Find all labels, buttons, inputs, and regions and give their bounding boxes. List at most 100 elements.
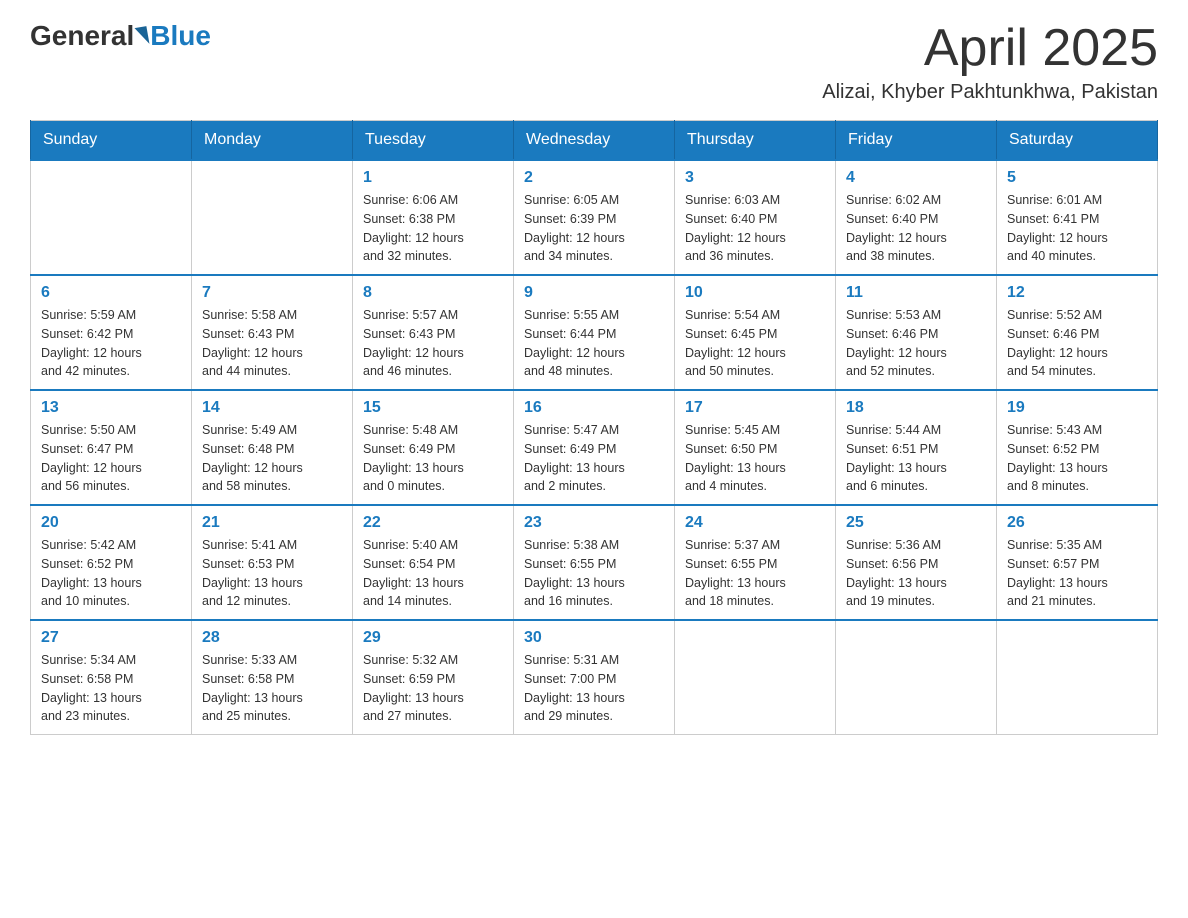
calendar-cell: 14 Sunrise: 5:49 AMSunset: 6:48 PMDayligh…	[192, 390, 353, 505]
day-info: Sunrise: 6:06 AMSunset: 6:38 PMDaylight:…	[363, 191, 503, 266]
day-number: 21	[202, 514, 342, 532]
day-info: Sunrise: 5:50 AMSunset: 6:47 PMDaylight:…	[41, 421, 181, 496]
day-info: Sunrise: 6:02 AMSunset: 6:40 PMDaylight:…	[846, 191, 986, 266]
day-number: 9	[524, 284, 664, 302]
calendar-cell	[31, 160, 192, 275]
day-number: 18	[846, 399, 986, 417]
calendar-cell: 23 Sunrise: 5:38 AMSunset: 6:55 PMDayligh…	[514, 505, 675, 620]
day-info: Sunrise: 5:59 AMSunset: 6:42 PMDaylight:…	[41, 306, 181, 381]
day-info: Sunrise: 5:32 AMSunset: 6:59 PMDaylight:…	[363, 651, 503, 726]
day-info: Sunrise: 5:31 AMSunset: 7:00 PMDaylight:…	[524, 651, 664, 726]
day-number: 11	[846, 284, 986, 302]
day-number: 1	[363, 169, 503, 187]
week-row-4: 20Sunrise: 5:42 AMSunset: 6:52 PMDayligh…	[31, 505, 1158, 620]
day-info: Sunrise: 5:37 AMSunset: 6:55 PMDaylight:…	[685, 536, 825, 611]
calendar-cell: 6 Sunrise: 5:59 AMSunset: 6:42 PMDaylight…	[31, 275, 192, 390]
calendar-cell: 5 Sunrise: 6:01 AMSunset: 6:41 PMDaylight…	[997, 160, 1158, 275]
day-info: Sunrise: 6:01 AMSunset: 6:41 PMDaylight:…	[1007, 191, 1147, 266]
week-row-3: 13 Sunrise: 5:50 AMSunset: 6:47 PMDayligh…	[31, 390, 1158, 505]
day-info: Sunrise: 5:48 AMSunset: 6:49 PMDaylight:…	[363, 421, 503, 496]
calendar-cell: 29 Sunrise: 5:32 AMSunset: 6:59 PMDayligh…	[353, 620, 514, 735]
calendar-cell: 19 Sunrise: 5:43 AMSunset: 6:52 PMDayligh…	[997, 390, 1158, 505]
calendar-cell: 18Sunrise: 5:44 AMSunset: 6:51 PMDayligh…	[836, 390, 997, 505]
calendar-cell: 27 Sunrise: 5:34 AMSunset: 6:58 PMDayligh…	[31, 620, 192, 735]
calendar-cell: 2 Sunrise: 6:05 AMSunset: 6:39 PMDaylight…	[514, 160, 675, 275]
calendar-cell: 13 Sunrise: 5:50 AMSunset: 6:47 PMDayligh…	[31, 390, 192, 505]
day-info: Sunrise: 5:40 AMSunset: 6:54 PMDaylight:…	[363, 536, 503, 611]
day-info: Sunrise: 5:36 AMSunset: 6:56 PMDaylight:…	[846, 536, 986, 611]
day-number: 5	[1007, 169, 1147, 187]
day-number: 17	[685, 399, 825, 417]
day-number: 23	[524, 514, 664, 532]
day-number: 14	[202, 399, 342, 417]
day-info: Sunrise: 5:47 AMSunset: 6:49 PMDaylight:…	[524, 421, 664, 496]
page-header: General Blue April 2025 Alizai, Khyber P…	[30, 20, 1158, 104]
day-number: 26	[1007, 514, 1147, 532]
calendar-cell: 3Sunrise: 6:03 AMSunset: 6:40 PMDaylight…	[675, 160, 836, 275]
column-header-wednesday: Wednesday	[514, 121, 675, 161]
calendar-cell: 28Sunrise: 5:33 AMSunset: 6:58 PMDayligh…	[192, 620, 353, 735]
calendar-cell	[997, 620, 1158, 735]
day-number: 24	[685, 514, 825, 532]
calendar-cell: 26Sunrise: 5:35 AMSunset: 6:57 PMDayligh…	[997, 505, 1158, 620]
column-header-thursday: Thursday	[675, 121, 836, 161]
day-info: Sunrise: 5:38 AMSunset: 6:55 PMDaylight:…	[524, 536, 664, 611]
day-info: Sunrise: 5:52 AMSunset: 6:46 PMDaylight:…	[1007, 306, 1147, 381]
calendar-cell: 30 Sunrise: 5:31 AMSunset: 7:00 PMDayligh…	[514, 620, 675, 735]
day-number: 22	[363, 514, 503, 532]
month-title: April 2025	[822, 20, 1158, 77]
calendar-cell: 22 Sunrise: 5:40 AMSunset: 6:54 PMDayligh…	[353, 505, 514, 620]
calendar-cell: 12 Sunrise: 5:52 AMSunset: 6:46 PMDayligh…	[997, 275, 1158, 390]
day-number: 27	[41, 629, 181, 647]
logo-blue-text: Blue	[150, 20, 211, 52]
column-header-saturday: Saturday	[997, 121, 1158, 161]
day-info: Sunrise: 5:53 AMSunset: 6:46 PMDaylight:…	[846, 306, 986, 381]
calendar-table: SundayMondayTuesdayWednesdayThursdayFrid…	[30, 120, 1158, 735]
week-row-5: 27 Sunrise: 5:34 AMSunset: 6:58 PMDayligh…	[31, 620, 1158, 735]
day-number: 2	[524, 169, 664, 187]
calendar-cell: 9 Sunrise: 5:55 AMSunset: 6:44 PMDaylight…	[514, 275, 675, 390]
column-header-tuesday: Tuesday	[353, 121, 514, 161]
day-number: 20	[41, 514, 181, 532]
calendar-cell: 1 Sunrise: 6:06 AMSunset: 6:38 PMDaylight…	[353, 160, 514, 275]
day-info: Sunrise: 5:45 AMSunset: 6:50 PMDaylight:…	[685, 421, 825, 496]
day-number: 29	[363, 629, 503, 647]
calendar-cell: 17 Sunrise: 5:45 AMSunset: 6:50 PMDayligh…	[675, 390, 836, 505]
day-number: 13	[41, 399, 181, 417]
day-info: Sunrise: 5:49 AMSunset: 6:48 PMDaylight:…	[202, 421, 342, 496]
day-info: Sunrise: 5:58 AMSunset: 6:43 PMDaylight:…	[202, 306, 342, 381]
calendar-cell: 8Sunrise: 5:57 AMSunset: 6:43 PMDaylight…	[353, 275, 514, 390]
title-section: April 2025 Alizai, Khyber Pakhtunkhwa, P…	[822, 20, 1158, 104]
column-header-monday: Monday	[192, 121, 353, 161]
day-number: 4	[846, 169, 986, 187]
calendar-cell: 10Sunrise: 5:54 AMSunset: 6:45 PMDayligh…	[675, 275, 836, 390]
day-info: Sunrise: 6:05 AMSunset: 6:39 PMDaylight:…	[524, 191, 664, 266]
logo: General Blue	[30, 20, 211, 52]
day-number: 30	[524, 629, 664, 647]
calendar-cell: 11 Sunrise: 5:53 AMSunset: 6:46 PMDayligh…	[836, 275, 997, 390]
day-number: 12	[1007, 284, 1147, 302]
logo-arrow-icon	[135, 26, 150, 46]
calendar-cell: 21Sunrise: 5:41 AMSunset: 6:53 PMDayligh…	[192, 505, 353, 620]
day-info: Sunrise: 6:03 AMSunset: 6:40 PMDaylight:…	[685, 191, 825, 266]
calendar-cell	[192, 160, 353, 275]
calendar-cell: 4 Sunrise: 6:02 AMSunset: 6:40 PMDaylight…	[836, 160, 997, 275]
calendar-header-row: SundayMondayTuesdayWednesdayThursdayFrid…	[31, 121, 1158, 161]
day-number: 25	[846, 514, 986, 532]
column-header-sunday: Sunday	[31, 121, 192, 161]
day-number: 6	[41, 284, 181, 302]
day-number: 19	[1007, 399, 1147, 417]
day-info: Sunrise: 5:54 AMSunset: 6:45 PMDaylight:…	[685, 306, 825, 381]
day-number: 8	[363, 284, 503, 302]
day-info: Sunrise: 5:33 AMSunset: 6:58 PMDaylight:…	[202, 651, 342, 726]
calendar-cell: 7 Sunrise: 5:58 AMSunset: 6:43 PMDaylight…	[192, 275, 353, 390]
day-info: Sunrise: 5:34 AMSunset: 6:58 PMDaylight:…	[41, 651, 181, 726]
calendar-cell	[836, 620, 997, 735]
calendar-cell: 15Sunrise: 5:48 AMSunset: 6:49 PMDayligh…	[353, 390, 514, 505]
day-number: 7	[202, 284, 342, 302]
day-info: Sunrise: 5:43 AMSunset: 6:52 PMDaylight:…	[1007, 421, 1147, 496]
calendar-cell: 25 Sunrise: 5:36 AMSunset: 6:56 PMDayligh…	[836, 505, 997, 620]
calendar-cell: 16Sunrise: 5:47 AMSunset: 6:49 PMDayligh…	[514, 390, 675, 505]
column-header-friday: Friday	[836, 121, 997, 161]
day-info: Sunrise: 5:55 AMSunset: 6:44 PMDaylight:…	[524, 306, 664, 381]
